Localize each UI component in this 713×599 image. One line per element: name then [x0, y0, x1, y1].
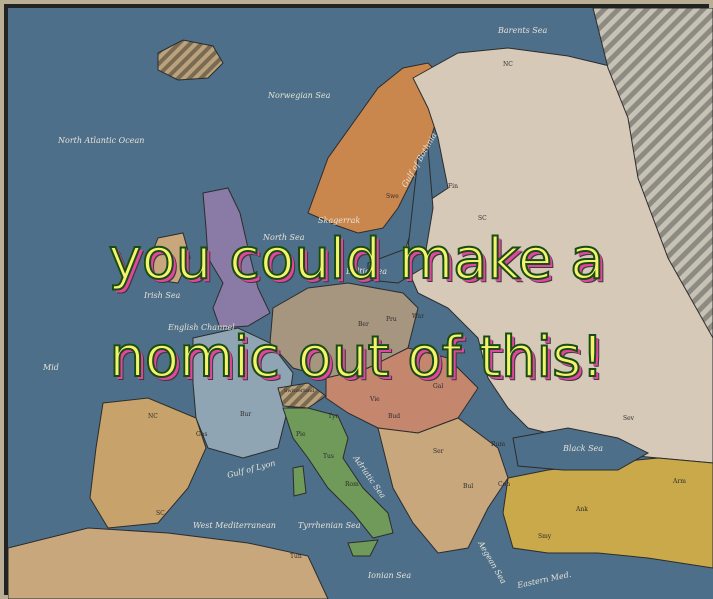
label-gas: Gas — [196, 431, 207, 438]
label-pru: Pru — [386, 316, 397, 323]
label-ser: Ser — [433, 448, 444, 455]
label-stp-nc: NC — [503, 61, 513, 68]
label-tyrrhenian: Tyrrhenian Sea — [298, 521, 361, 530]
europe-map: Barents Sea Norwegian Sea North Atlantic… — [8, 8, 713, 599]
label-fin: Fin — [448, 183, 458, 190]
label-tyr: Tyr — [328, 413, 338, 420]
label-north-atlantic: North Atlantic Ocean — [57, 136, 144, 145]
map-frame: Barents Sea Norwegian Sea North Atlantic… — [0, 0, 713, 599]
label-vie: Vie — [369, 396, 380, 403]
label-bur: Bur — [240, 411, 251, 418]
label-ionian: Ionian Sea — [367, 571, 411, 580]
label-black-sea: Black Sea — [562, 444, 603, 453]
label-spa-sc: SC — [156, 510, 165, 517]
label-stp-sc: SC — [478, 215, 487, 222]
label-smy: Smy — [538, 533, 552, 540]
label-sev: Sev — [623, 415, 635, 422]
label-rom: Rom — [345, 481, 359, 488]
turkey — [502, 457, 713, 569]
label-con: Con — [498, 481, 510, 488]
label-arm: Arm — [672, 478, 686, 485]
label-bud: Bud — [388, 413, 400, 420]
label-west-med: West Mediterranean — [193, 521, 276, 530]
label-bul: Bul — [463, 483, 473, 490]
label-irish-sea: Irish Sea — [143, 291, 181, 300]
caption-line-1: you could make a — [107, 227, 605, 292]
label-swe: Swe — [386, 193, 399, 200]
label-norwegian-sea: Norwegian Sea — [267, 91, 331, 100]
label-pie: Pie — [296, 431, 306, 438]
label-spa-nc: NC — [148, 413, 158, 420]
label-tus: Tus — [323, 453, 334, 460]
label-ank: Ank — [575, 506, 588, 513]
label-barents-sea: Barents Sea — [497, 26, 547, 35]
label-skagerrak: Skagerrak — [318, 216, 360, 225]
label-war: War — [412, 313, 424, 320]
label-tun: Tun — [290, 553, 302, 560]
caption-line-2: nomic out of this! — [108, 325, 604, 390]
label-rum: Rum — [491, 441, 505, 448]
